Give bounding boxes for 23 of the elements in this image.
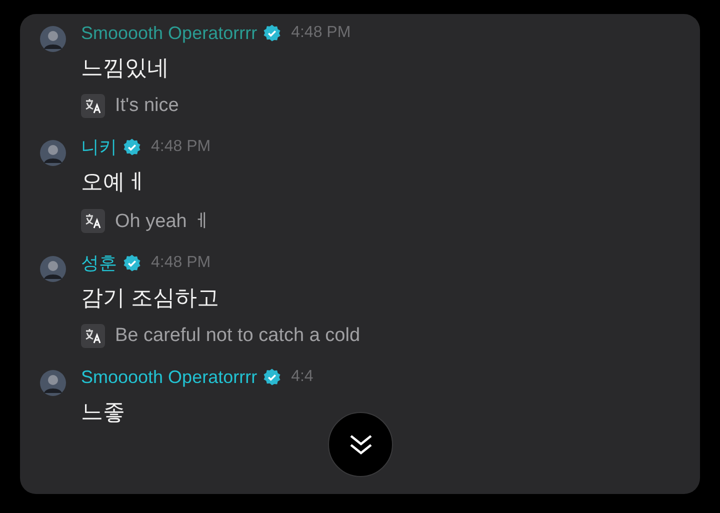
translate-icon <box>81 94 105 118</box>
translation-text: Oh yeah ㅔ <box>115 210 212 234</box>
message-text: 오예ㅔ <box>81 168 148 196</box>
message-time: 4:48 PM <box>151 254 211 272</box>
avatar-icon <box>40 140 66 166</box>
author-name[interactable]: 성훈 <box>81 251 117 275</box>
message-time: 4:4 <box>291 368 314 386</box>
message-time: 4:48 PM <box>291 24 351 42</box>
message-text: 느좋 <box>81 398 126 426</box>
avatar-icon <box>40 26 66 52</box>
avatar-icon <box>40 370 66 396</box>
translation-text: It's nice <box>115 95 179 117</box>
translation-text: Be careful not to catch a cold <box>115 325 360 347</box>
message-text: 감기 조심하고 <box>81 284 220 312</box>
author-name[interactable]: Smooooth Operatorrrr <box>81 22 258 44</box>
avatar-icon <box>40 256 66 282</box>
translate-icon <box>81 209 105 233</box>
translate-icon <box>81 324 105 348</box>
message-time: 4:48 PM <box>151 138 211 156</box>
author-name[interactable]: Smooooth Operatorrrr <box>81 366 258 388</box>
message-text: 느낌있네 <box>81 54 170 82</box>
author-name[interactable]: 니키 <box>81 135 117 159</box>
double-chevron-down-icon <box>348 432 374 456</box>
